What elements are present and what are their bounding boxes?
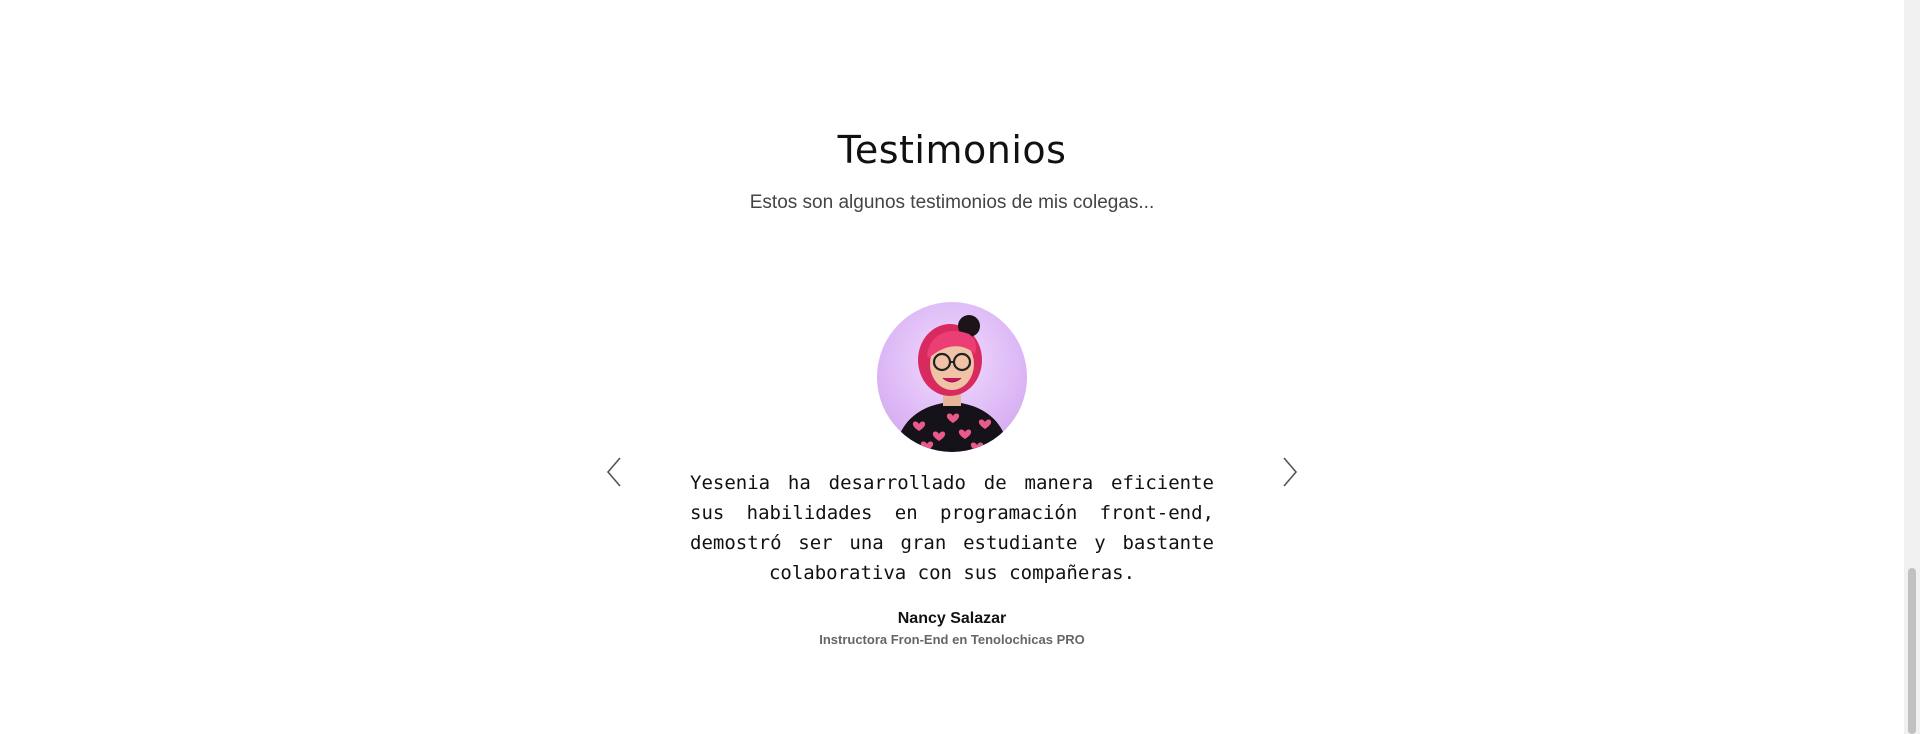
testimonial-author: Nancy Salazar [897,610,1007,627]
section-title: Testimonios [837,128,1067,172]
page: Testimonios Estos son algunos testimonio… [0,0,1920,734]
section-subtitle: Estos son algunos testimonios de mis col… [749,192,1155,213]
chevron-right-icon [1283,457,1298,487]
carousel-prev-button[interactable] [600,452,630,492]
scrollbar-thumb[interactable] [1908,568,1916,734]
testimonial-avatar [877,302,1027,452]
testimonials-section: Testimonios Estos son algunos testimonio… [0,0,1904,734]
page-scrollbar[interactable] [1904,0,1920,734]
carousel-next-button[interactable] [1274,452,1304,492]
testimonial-carousel: Yesenia ha desarrollado de manera eficie… [590,290,1314,670]
testimonial-quote: Yesenia ha desarrollado de manera eficie… [690,472,1214,584]
chevron-left-icon [606,457,621,487]
person-photo [895,315,1009,452]
testimonial-role: Instructora Fron-End en Tenolochicas PRO [819,632,1085,647]
